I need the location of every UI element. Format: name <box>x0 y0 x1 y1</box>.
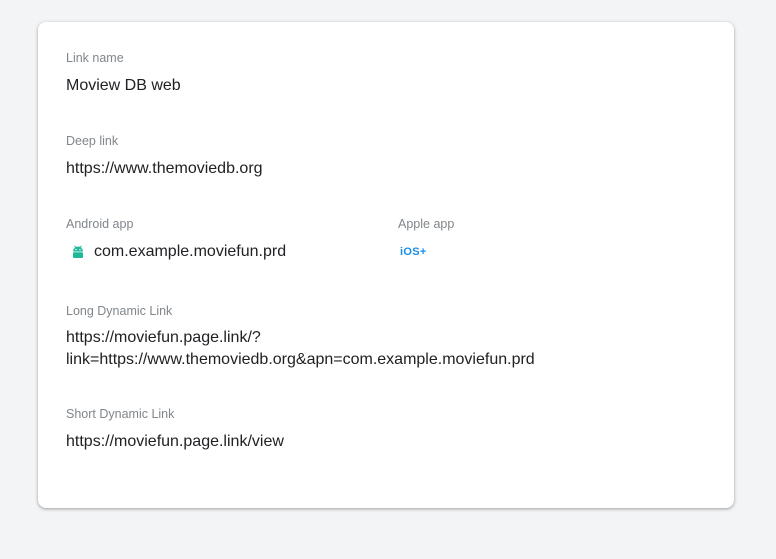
android-app-row: com.example.moviefun.prd <box>66 241 286 263</box>
deep-link-field: Deep link https://www.themoviedb.org <box>66 133 263 180</box>
long-dynamic-link-value: https://moviefun.page.link/? link=https:… <box>66 327 535 371</box>
apple-app-field: Apple app iOS+ <box>398 216 454 263</box>
android-icon <box>73 245 83 258</box>
link-name-label: Link name <box>66 51 124 65</box>
link-name-field: Link name Moview DB web <box>66 50 181 97</box>
short-dynamic-link-label: Short Dynamic Link <box>66 407 175 421</box>
long-dynamic-link-label: Long Dynamic Link <box>66 304 173 318</box>
android-app-label: Android app <box>66 217 134 231</box>
link-details-card: Link name Moview DB web Deep link https:… <box>38 22 734 508</box>
deep-link-label: Deep link <box>66 134 119 148</box>
link-name-value: Moview DB web <box>66 77 181 94</box>
short-dynamic-link-value: https://moviefun.page.link/view <box>66 433 284 450</box>
ios-icon: iOS+ <box>400 246 427 258</box>
apple-app-label: Apple app <box>398 217 455 231</box>
deep-link-value: https://www.themoviedb.org <box>66 160 263 177</box>
long-dynamic-link-field: Long Dynamic Link https://moviefun.page.… <box>66 303 535 371</box>
long-dynamic-link-line2: link=https://www.themoviedb.org&apn=com.… <box>66 351 535 368</box>
android-app-package: com.example.moviefun.prd <box>94 243 287 260</box>
apple-app-row: iOS+ <box>398 241 454 263</box>
short-dynamic-link-field: Short Dynamic Link https://moviefun.page… <box>66 406 284 453</box>
android-app-field: Android app com.example.moviefun.prd <box>66 216 286 263</box>
long-dynamic-link-line1: https://moviefun.page.link/? <box>66 329 261 346</box>
